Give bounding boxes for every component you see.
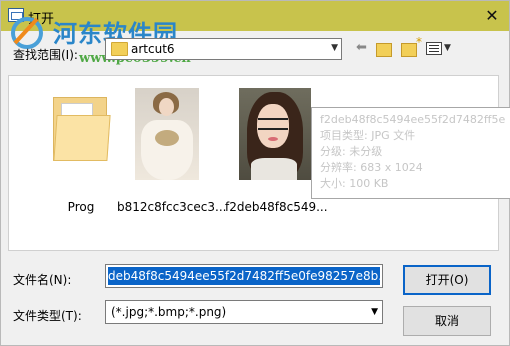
filename-label: 文件名(N): xyxy=(13,273,72,287)
look-in-value: artcut6 xyxy=(131,42,175,56)
new-folder-icon[interactable] xyxy=(401,35,422,57)
tooltip-size: 大小: 100 KB xyxy=(320,177,389,190)
chevron-down-icon: ▼ xyxy=(331,43,338,53)
back-icon[interactable]: ⬅ xyxy=(356,40,367,57)
list-item[interactable]: b812c8fcc3cec3... xyxy=(117,88,226,214)
folder-icon xyxy=(53,93,111,161)
chevron-down-icon: ▼ xyxy=(371,307,378,317)
up-folder-icon[interactable] xyxy=(376,43,392,57)
list-item-label: b812c8fcc3cec3... xyxy=(117,200,227,214)
filename-input[interactable]: deb48f8c5494ee55f2d7482ff5e0fe98257e8b.j… xyxy=(105,264,383,288)
filename-value: deb48f8c5494ee55f2d7482ff5e0fe98257e8b.j… xyxy=(108,267,380,285)
look-in-combobox[interactable]: artcut6 ▼ xyxy=(105,38,342,60)
tooltip-resolution: 分辨率: 683 x 1024 xyxy=(320,161,423,174)
tooltip-filename: f2deb48f8c5494ee55f2d7482ff5e xyxy=(320,113,506,126)
image-thumbnail xyxy=(135,88,199,180)
list-item[interactable]: Prog xyxy=(31,88,131,214)
filetype-value: (*.jpg;*.bmp;*.png) xyxy=(111,305,227,319)
list-item-label: f2deb48f8c549... xyxy=(225,200,328,214)
view-menu-icon[interactable] xyxy=(426,42,442,55)
open-file-dialog: 打开 ✕ 河东软件园 www.pc0359.cn 查找范围(I): artcut… xyxy=(0,0,510,346)
image-thumbnail xyxy=(239,88,311,180)
navigation-toolbar: ⬅ ▼ xyxy=(356,35,466,60)
filetype-select[interactable]: (*.jpg;*.bmp;*.png) ▼ xyxy=(105,300,383,324)
chevron-down-icon[interactable]: ▼ xyxy=(444,43,451,60)
filetype-label: 文件类型(T): xyxy=(13,309,82,323)
look-in-label: 查找范围(I): xyxy=(13,48,78,62)
open-button[interactable]: 打开(O) xyxy=(403,265,491,295)
tooltip-rating: 分级: 未分级 xyxy=(320,145,383,158)
close-button[interactable]: ✕ xyxy=(475,1,509,31)
list-item[interactable]: f2deb48f8c549... xyxy=(225,88,328,214)
folder-icon xyxy=(111,42,128,56)
list-item-label: Prog xyxy=(67,200,95,214)
tooltip-type: 项目类型: JPG 文件 xyxy=(320,129,416,142)
file-info-tooltip: f2deb48f8c5494ee55f2d7482ff5e 项目类型: JPG … xyxy=(311,107,510,199)
cancel-button[interactable]: 取消 xyxy=(403,306,491,336)
